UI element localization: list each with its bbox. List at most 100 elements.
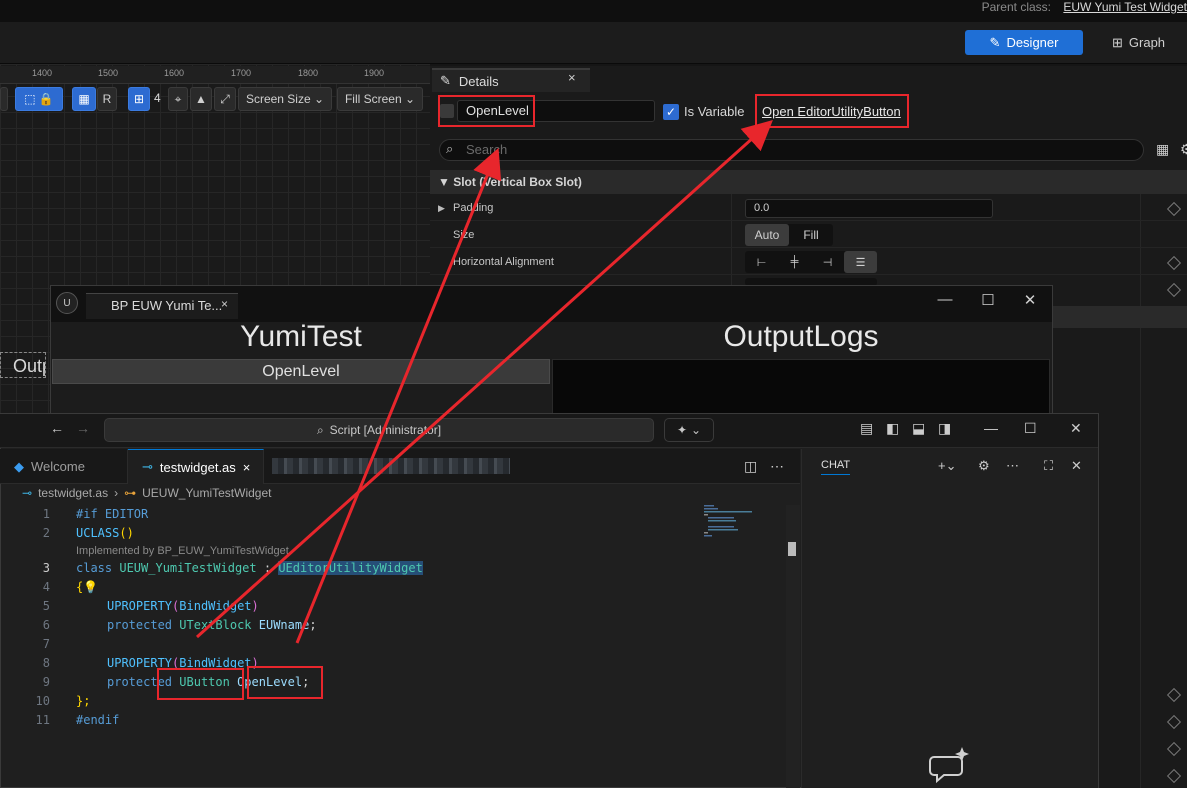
code-line-3[interactable]: class UEUW_YumiTestWidget : UEditorUtili…	[76, 561, 423, 575]
code-line-2[interactable]: UCLASS()	[76, 526, 134, 540]
minimize-icon[interactable]: —	[984, 420, 998, 436]
halign-segmented-control: ⊢ ╪ ⊣ ☰	[745, 251, 877, 273]
outputlogs-title: OutputLogs	[723, 320, 879, 353]
lightbulb-icon[interactable]: 💡	[83, 580, 98, 594]
breadcrumb: ⊸ testwidget.as › ⊶ UEUW_YumiTestWidget	[22, 486, 271, 500]
table-view-icon[interactable]: ▦	[1156, 141, 1169, 158]
code-line-4[interactable]: {💡	[76, 580, 98, 594]
customize-layout-icon[interactable]: ▤	[860, 420, 873, 437]
r-button[interactable]: R	[97, 87, 117, 111]
toggle-sidebar-icon[interactable]: ◧	[886, 420, 899, 437]
fill-screen-label: Fill Screen	[344, 92, 402, 106]
gear-icon[interactable]: ⚙	[978, 458, 990, 474]
toggle-panel-icon[interactable]: ⬓	[912, 420, 925, 437]
code-line-1[interactable]: #if EDITOR	[76, 507, 148, 521]
parent-class-label: Parent class:	[981, 0, 1051, 14]
code-line-6[interactable]: protected UTextBlock EUWname;	[107, 618, 317, 632]
align-fill-icon[interactable]: ☰	[844, 251, 877, 273]
line-number: 6	[42, 618, 50, 632]
slot-section-header[interactable]: ▼ Slot (Vertical Box Slot)	[430, 170, 1187, 194]
close-icon[interactable]: ✕	[1015, 291, 1045, 309]
ruler-tick: 1400	[32, 68, 53, 78]
chevron-down-icon: ⌄	[691, 423, 702, 437]
minimap[interactable]	[700, 505, 790, 565]
padding-field[interactable]: 0.0	[745, 199, 993, 218]
line-number: 5	[42, 599, 50, 613]
resize-icon[interactable]: ⤢	[214, 87, 236, 111]
forward-arrow-icon[interactable]: →	[76, 420, 90, 436]
chevron-right-icon: ›	[114, 486, 119, 500]
graph-mode-button[interactable]: ⊞ Graph	[1112, 30, 1182, 55]
code-line-10[interactable]: };	[76, 694, 90, 708]
designer-mode-button[interactable]: ✎ Designer	[965, 30, 1083, 55]
maximize-icon[interactable]: ☐	[973, 291, 1003, 309]
size-fill-button[interactable]: Fill	[789, 224, 833, 246]
search-icon: ⌕	[316, 422, 324, 437]
command-center-search[interactable]: ⌕ Script [Administrator]	[104, 418, 654, 442]
horizontal-ruler: 1400 1500 1600 1700 1800 1900	[0, 66, 430, 84]
details-tab[interactable]: ✎ Details	[432, 68, 590, 92]
line-number: 9	[42, 675, 50, 689]
unreal-logo-icon: U	[56, 292, 78, 314]
section-header	[1053, 306, 1187, 328]
align-center-icon[interactable]: ╪	[778, 251, 811, 273]
search-icon: ⌕	[446, 141, 454, 156]
image-icon[interactable]: ▲	[190, 87, 212, 111]
code-line-11[interactable]: #endif	[76, 713, 119, 727]
grid-snap-button[interactable]: ⊞	[128, 87, 150, 111]
chat-panel	[801, 449, 1098, 788]
details-close-icon[interactable]: ×	[568, 70, 576, 85]
blurred-tab[interactable]	[272, 458, 510, 474]
canvas-output-widget[interactable]: Outp	[0, 352, 46, 378]
size-auto-button[interactable]: Auto	[745, 224, 789, 246]
breadcrumb-file[interactable]: testwidget.as	[38, 486, 108, 500]
is-variable-checkbox[interactable]: ✓	[663, 104, 679, 120]
canvas-toolbar: ⬚ 🔒 ▦ R ⊞ 4 ⌖ ▲ ⤢ Screen Size ⌄ Fill Scr…	[0, 86, 430, 114]
codelens[interactable]: Implemented by BP_EUW_YumiTestWidget	[76, 545, 289, 557]
minimize-icon[interactable]: —	[930, 291, 960, 309]
screen-size-dropdown[interactable]: Screen Size ⌄	[238, 87, 332, 111]
padding-label: Padding	[453, 202, 494, 214]
cursor-icon[interactable]: ⌖	[168, 87, 188, 111]
align-left-icon[interactable]: ⊢	[745, 251, 778, 273]
lock-toggle-button[interactable]: ⬚ 🔒	[15, 87, 63, 111]
dash-icon[interactable]	[0, 87, 8, 111]
copilot-button[interactable]: ✦ ⌄	[664, 418, 714, 442]
maximize-panel-icon[interactable]: ⛶	[1044, 458, 1053, 474]
file-type-icon: ⊸	[142, 459, 153, 474]
details-search-input[interactable]	[439, 139, 1144, 161]
more-actions-icon[interactable]: ⋯	[770, 458, 784, 475]
more-actions-icon[interactable]: ⋯	[1006, 458, 1019, 474]
code-token: :	[256, 561, 279, 575]
line-number: 1	[42, 507, 50, 521]
align-right-icon[interactable]: ⊣	[811, 251, 844, 273]
expand-arrow-icon[interactable]: ▶	[438, 203, 445, 214]
close-panel-icon[interactable]: ✕	[1071, 458, 1082, 474]
back-arrow-icon[interactable]: ←	[50, 420, 64, 436]
parent-class-link[interactable]: EUW Yumi Test Widget	[1063, 0, 1187, 14]
split-editor-icon[interactable]: ◫	[744, 458, 757, 475]
annotation-box-open-link	[755, 94, 909, 128]
openlevel-button[interactable]: OpenLevel	[52, 359, 550, 384]
toggle-secondary-sidebar-icon[interactable]: ◨	[938, 420, 951, 437]
code-line-5[interactable]: UPROPERTY(BindWidget)	[107, 599, 259, 613]
new-chat-plus-icon[interactable]: +⌄	[938, 458, 956, 474]
breadcrumb-symbol[interactable]: UEUW_YumiTestWidget	[142, 486, 271, 500]
gear-icon[interactable]: ⚙	[1180, 141, 1187, 158]
tab-testwidget-label: testwidget.as	[159, 459, 236, 475]
layout-toggle-button[interactable]: ▦	[72, 87, 96, 111]
grid-value: 4	[154, 91, 161, 105]
close-icon[interactable]: ✕	[1070, 420, 1082, 437]
yumitest-title: YumiTest	[240, 320, 362, 353]
tab-close-icon[interactable]: ×	[243, 460, 251, 475]
grid-icon: ⊞	[133, 92, 145, 106]
euw-tab[interactable]: BP EUW Yumi Te...	[86, 293, 238, 319]
column-divider	[1140, 194, 1141, 788]
maximize-icon[interactable]: ☐	[1024, 420, 1037, 437]
fill-screen-dropdown[interactable]: Fill Screen ⌄	[337, 87, 423, 111]
tab-welcome[interactable]: ◆ Welcome	[0, 449, 128, 484]
euw-tab-close-icon[interactable]: ×	[221, 297, 228, 311]
chat-tab[interactable]: CHAT	[821, 459, 851, 475]
tab-testwidget[interactable]: ⊸ testwidget.as ×	[128, 449, 264, 484]
ruler-tick: 1500	[98, 68, 119, 78]
